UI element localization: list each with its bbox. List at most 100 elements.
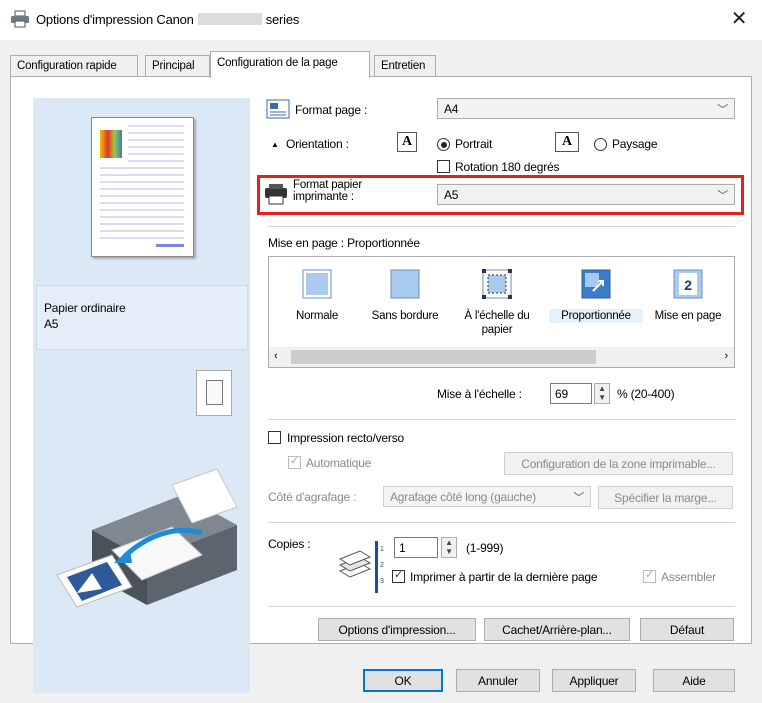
- stapling-side-select[interactable]: Agrafage côté long (gauche) ﹀: [383, 486, 591, 507]
- duplex-label: Impression recto/verso: [287, 431, 404, 445]
- stapling-side-value: Agrafage côté long (gauche): [390, 490, 537, 504]
- spin-down-icon[interactable]: ▼: [442, 547, 456, 556]
- stamp-background-button[interactable]: Cachet/Arrière-plan...: [484, 618, 630, 641]
- layout-item-normal[interactable]: Normale: [275, 257, 359, 349]
- duplex-checkbox[interactable]: [268, 431, 281, 444]
- layout-fit-label-line-1: À l'échelle du: [464, 310, 530, 322]
- bullet-icon: ▲: [271, 140, 279, 149]
- layout-page-layout-icon: 2: [673, 269, 703, 299]
- page-size-value: A4: [444, 102, 459, 116]
- printer-paper-size-select[interactable]: A5 ﹀: [437, 184, 735, 205]
- orientation-label: Orientation :: [286, 137, 349, 151]
- layout-page-layout-label: Mise en page: [654, 310, 722, 322]
- paper-size-text: A5: [44, 317, 59, 331]
- stapling-side-label: Côté d'agrafage :: [268, 490, 357, 504]
- tab-maintenance[interactable]: Entretien: [374, 55, 436, 77]
- orientation-preview-button[interactable]: [196, 370, 232, 416]
- page-size-icon: [266, 99, 290, 119]
- svg-text:2: 2: [684, 277, 692, 293]
- cancel-button[interactable]: Annuler: [456, 669, 540, 692]
- rotate-180-label: Rotation 180 degrés: [455, 160, 560, 174]
- layout-borderless-label: Sans bordure: [371, 310, 439, 322]
- copies-input[interactable]: 1: [394, 537, 438, 558]
- printer-paper-size-value: A5: [444, 188, 459, 202]
- layout-item-page-layout[interactable]: 2 Mise en page: [645, 257, 731, 349]
- scrollbar-thumb[interactable]: [291, 350, 596, 364]
- spin-up-icon[interactable]: ▲: [442, 538, 456, 547]
- radio-dot: [440, 141, 447, 148]
- scale-range-text: % (20-400): [617, 387, 675, 401]
- separator: [268, 522, 735, 523]
- rotate-180-checkbox[interactable]: [437, 160, 450, 173]
- window-title: Options d'impression Canon series: [36, 12, 299, 27]
- tab-page-setup[interactable]: Configuration de la page: [210, 51, 370, 78]
- collate-label: Assembler: [661, 570, 716, 584]
- portrait-icon: A: [397, 132, 417, 152]
- separator: [268, 606, 735, 607]
- page-layout-label: Mise en page : Proportionnée: [268, 236, 420, 250]
- print-options-button[interactable]: Options d'impression...: [318, 618, 476, 641]
- landscape-label: Paysage: [612, 137, 658, 151]
- page-orientation-icon: [206, 380, 223, 405]
- paper-type-text: Papier ordinaire: [44, 301, 126, 315]
- printer-icon: [10, 10, 30, 28]
- layout-fit-to-page-label: À l'échelle du papier: [449, 309, 545, 337]
- chevron-down-icon: ﹀: [573, 492, 584, 504]
- layout-fit-label-line-2: papier: [481, 324, 513, 336]
- collate-checkbox[interactable]: ✓: [643, 569, 656, 583]
- check-icon: ✓: [645, 569, 655, 581]
- page-layout-label-text: Mise en page :: [268, 236, 344, 250]
- spin-down-icon[interactable]: ▼: [595, 393, 609, 402]
- copies-label: Copies :: [268, 537, 311, 551]
- tab-main[interactable]: Principal: [145, 55, 210, 77]
- copies-stack-icon: 1 2 3: [336, 537, 384, 597]
- printer-paper-label: Format papier imprimante :: [293, 179, 362, 203]
- print-area-setup-button[interactable]: Configuration de la zone imprimable...: [504, 452, 733, 475]
- paper-info-box: Papier ordinaire A5: [36, 285, 248, 350]
- page-layout-current: Proportionnée: [347, 236, 420, 250]
- page-size-select[interactable]: A4 ﹀: [437, 98, 735, 119]
- layout-normal-icon: [302, 269, 332, 299]
- window-title-prefix: Options d'impression Canon: [36, 12, 194, 27]
- layout-normal-label: Normale: [295, 310, 339, 322]
- scale-label: Mise à l'échelle :: [437, 387, 522, 401]
- printer-illustration-icon: [52, 455, 242, 620]
- svg-text:3: 3: [380, 578, 384, 585]
- portrait-radio[interactable]: [437, 138, 450, 151]
- scale-input[interactable]: 69: [550, 383, 592, 404]
- svg-text:2: 2: [380, 562, 384, 569]
- chevron-down-icon: ﹀: [717, 190, 728, 202]
- printer-paper-label-line-2: imprimante :: [293, 191, 354, 203]
- reverse-order-checkbox[interactable]: ✓: [392, 569, 405, 583]
- duplex-auto-checkbox[interactable]: ✓: [288, 455, 301, 469]
- separator: [268, 226, 735, 227]
- separator: [268, 419, 735, 420]
- scale-spinner[interactable]: ▲ ▼: [594, 383, 610, 404]
- apply-button[interactable]: Appliquer: [552, 669, 636, 692]
- horizontal-scrollbar[interactable]: ‹ ›: [269, 347, 734, 367]
- tab-quick-setup[interactable]: Configuration rapide: [10, 55, 138, 77]
- printer-paper-icon: [263, 182, 289, 206]
- ok-button[interactable]: OK: [363, 669, 443, 692]
- reverse-order-label: Imprimer à partir de la dernière page: [410, 570, 598, 584]
- portrait-label: Portrait: [455, 137, 493, 151]
- layout-fit-to-page-icon: [482, 269, 512, 299]
- redacted-model-name: [197, 13, 262, 25]
- help-button[interactable]: Aide: [653, 669, 735, 692]
- scroll-left-icon[interactable]: ‹: [274, 350, 278, 362]
- layout-item-fit-to-page[interactable]: À l'échelle du papier: [449, 257, 545, 349]
- specify-margin-button[interactable]: Spécifier la marge...: [598, 486, 733, 509]
- copies-spinner[interactable]: ▲ ▼: [441, 537, 457, 558]
- spin-up-icon[interactable]: ▲: [595, 384, 609, 393]
- close-button[interactable]: ✕: [726, 8, 752, 32]
- page-size-label: Format page :: [295, 103, 368, 117]
- page-preview: [91, 117, 194, 257]
- check-icon: ✓: [290, 455, 300, 467]
- defaults-button[interactable]: Défaut: [640, 618, 734, 641]
- layout-item-borderless[interactable]: Sans bordure: [363, 257, 447, 349]
- duplex-auto-label: Automatique: [306, 456, 372, 470]
- scroll-right-icon[interactable]: ›: [725, 350, 729, 362]
- landscape-radio[interactable]: [594, 138, 607, 151]
- layout-borderless-icon: [390, 269, 420, 299]
- layout-item-scaled[interactable]: Proportionnée: [549, 257, 643, 349]
